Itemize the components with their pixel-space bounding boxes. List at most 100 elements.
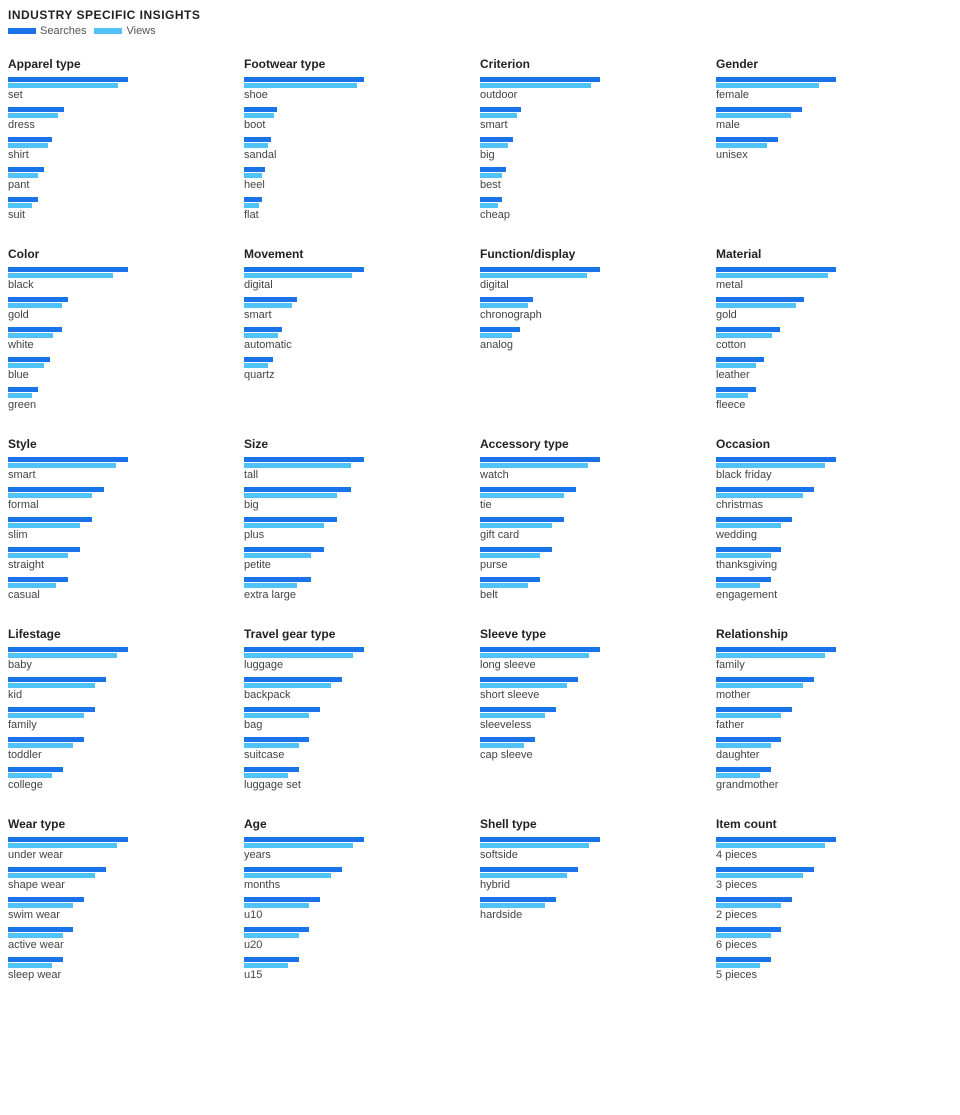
- item-bars: [716, 707, 940, 718]
- searches-bar: [716, 297, 804, 302]
- item-label: thanksgiving: [716, 559, 940, 571]
- item-label: baby: [8, 659, 232, 671]
- searches-bar: [244, 137, 271, 142]
- views-bar: [716, 523, 781, 528]
- item-label: 3 pieces: [716, 879, 940, 891]
- item-bars: [244, 267, 468, 278]
- item-bars: [716, 647, 940, 658]
- item-bars: [8, 327, 232, 338]
- item-bars: [716, 897, 940, 908]
- section-title-wear-type: Wear type: [8, 817, 232, 831]
- searches-bar: [8, 517, 92, 522]
- views-bar: [716, 773, 760, 778]
- views-bar: [480, 653, 589, 658]
- list-item: casual: [8, 577, 232, 601]
- section-apparel-type: Apparel typesetdressshirtpantsuit: [8, 49, 244, 239]
- searches-bar: [480, 707, 556, 712]
- section-title-footwear-type: Footwear type: [244, 57, 468, 71]
- item-bars: [716, 297, 940, 308]
- list-item: metal: [716, 267, 940, 291]
- item-label: extra large: [244, 589, 468, 601]
- item-label: gift card: [480, 529, 704, 541]
- item-bars: [8, 297, 232, 308]
- section-title-age: Age: [244, 817, 468, 831]
- views-bar: [480, 493, 564, 498]
- views-bar: [8, 553, 68, 558]
- searches-bar: [480, 197, 502, 202]
- item-bars: [244, 867, 468, 878]
- views-bar: [8, 393, 32, 398]
- item-bars: [244, 77, 468, 88]
- views-bar: [244, 843, 353, 848]
- item-label: smart: [8, 469, 232, 481]
- searches-bar: [480, 297, 533, 302]
- views-bar: [8, 273, 113, 278]
- searches-bar: [8, 297, 68, 302]
- item-bars: [8, 577, 232, 588]
- section-travel-gear-type: Travel gear typeluggagebackpackbagsuitca…: [244, 619, 480, 809]
- item-bars: [480, 457, 704, 468]
- list-item: big: [480, 137, 704, 161]
- list-item: quartz: [244, 357, 468, 381]
- item-label: long sleeve: [480, 659, 704, 671]
- item-label: tie: [480, 499, 704, 511]
- item-label: grandmother: [716, 779, 940, 791]
- searches-bar: [244, 957, 299, 962]
- list-item: watch: [480, 457, 704, 481]
- searches-bar: [716, 647, 836, 652]
- header: INDUSTRY SPECIFIC INSIGHTS Searches View…: [8, 8, 952, 37]
- item-label: backpack: [244, 689, 468, 701]
- views-bar: [244, 203, 259, 208]
- item-bars: [244, 487, 468, 498]
- item-label: cap sleeve: [480, 749, 704, 761]
- searches-bar: [480, 867, 578, 872]
- item-bars: [8, 517, 232, 528]
- list-item: shape wear: [8, 867, 232, 891]
- item-bars: [8, 267, 232, 278]
- views-bar: [244, 333, 278, 338]
- views-bar: [244, 963, 288, 968]
- list-item: engagement: [716, 577, 940, 601]
- item-bars: [716, 837, 940, 848]
- item-label: big: [480, 149, 704, 161]
- item-bars: [244, 297, 468, 308]
- section-title-color: Color: [8, 247, 232, 261]
- views-bar: [716, 393, 748, 398]
- searches-bar: [244, 77, 364, 82]
- list-item: hardside: [480, 897, 704, 921]
- list-item: male: [716, 107, 940, 131]
- item-bars: [480, 867, 704, 878]
- list-item: tie: [480, 487, 704, 511]
- searches-bar: [716, 387, 756, 392]
- searches-bar: [716, 547, 781, 552]
- searches-bar: [8, 677, 106, 682]
- list-item: leather: [716, 357, 940, 381]
- views-bar: [716, 463, 825, 468]
- views-bar: [716, 493, 803, 498]
- item-label: analog: [480, 339, 704, 351]
- item-label: u20: [244, 939, 468, 951]
- section-occasion: Occasionblack fridaychristmasweddingthan…: [716, 429, 952, 619]
- item-label: gold: [716, 309, 940, 321]
- searches-bar: [244, 867, 342, 872]
- item-bars: [716, 457, 940, 468]
- item-label: bag: [244, 719, 468, 731]
- item-bars: [244, 107, 468, 118]
- item-label: set: [8, 89, 232, 101]
- legend-searches-label: Searches: [40, 25, 86, 37]
- item-bars: [244, 357, 468, 368]
- views-bar: [244, 713, 309, 718]
- views-bar: [244, 903, 309, 908]
- item-label: outdoor: [480, 89, 704, 101]
- searches-bar: [244, 297, 297, 302]
- views-bar: [480, 743, 524, 748]
- searches-bar: [480, 897, 556, 902]
- list-item: years: [244, 837, 468, 861]
- item-bars: [716, 77, 940, 88]
- item-label: shape wear: [8, 879, 232, 891]
- searches-bar: [244, 737, 309, 742]
- item-label: active wear: [8, 939, 232, 951]
- item-label: engagement: [716, 589, 940, 601]
- item-bars: [480, 517, 704, 528]
- item-label: 2 pieces: [716, 909, 940, 921]
